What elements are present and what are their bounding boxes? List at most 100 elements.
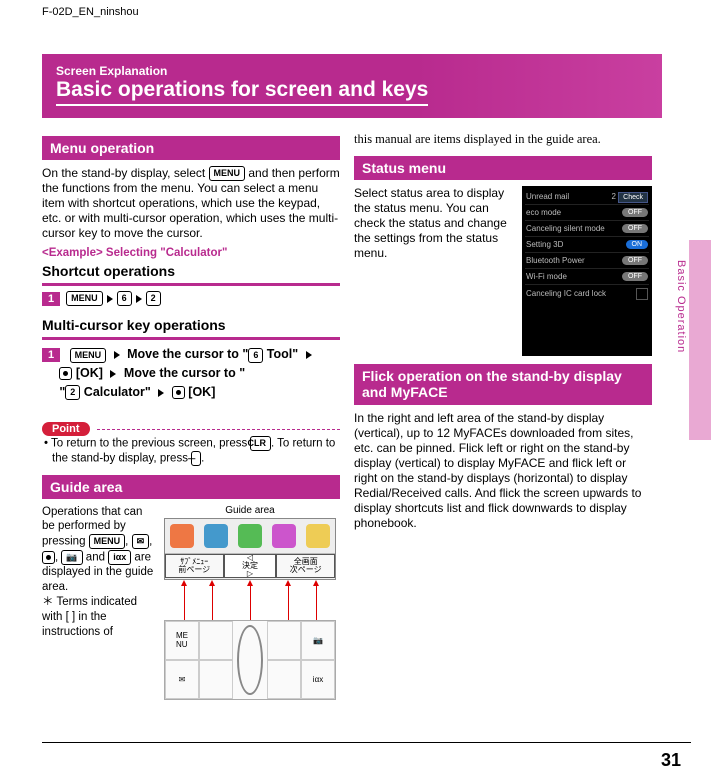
toggle-off: OFF [622, 272, 648, 281]
cat-icon [170, 524, 194, 548]
center-key-icon [42, 551, 55, 564]
key-iappli: iαx [108, 550, 131, 565]
point-bullet: • To return to the previous screen, pres… [52, 436, 340, 467]
status-value: 2 [611, 192, 615, 201]
softkey-row: ｻﾌﾞﾒﾆｭｰ前ページ ◁決定▷ 全画面次ページ [165, 554, 335, 578]
status-label: Bluetooth Power [526, 256, 585, 265]
shortcut-heading: Shortcut operations [42, 263, 340, 279]
step-1-multicursor: 1 MENU Move the cursor to "6 Tool" [OK] … [42, 337, 340, 409]
center-key-icon [172, 386, 185, 399]
status-label: Unread mail [526, 192, 569, 201]
arrow-icon [107, 295, 113, 303]
guide-area-figure: Guide area ｻﾌﾞﾒﾆｭｰ前ページ ◁決定▷ 全画面次ペ [162, 505, 338, 695]
key-menu: MENU [89, 534, 126, 549]
key-end: ⏤ [191, 451, 201, 466]
arrow-icon [158, 389, 164, 397]
key-clr: CLR [250, 436, 271, 451]
status-menu-screenshot: Unread mail 2 Check eco mode OFF Canceli… [522, 186, 652, 356]
cat-icon [272, 524, 296, 548]
red-arrow-icon [288, 585, 289, 620]
step-text: Move the cursor to " [127, 347, 248, 361]
softkey-center: ◁決定▷ [224, 554, 277, 578]
banner-big-title: Basic operations for screen and keys [56, 78, 428, 106]
arrow-icon [114, 351, 120, 359]
key-camera: 📷 [301, 621, 335, 660]
step-number: 1 [42, 348, 60, 362]
cat-icon [204, 524, 228, 548]
step-1-shortcut: 1 MENU 6 2 [42, 283, 340, 311]
status-label: Canceling IC card lock [526, 289, 606, 298]
header-label: F-02D_EN_ninshou [42, 6, 139, 18]
status-row-mail: Unread mail 2 Check [525, 189, 649, 205]
step-text: Calculator" [80, 385, 151, 399]
arrow-icon [110, 370, 116, 378]
softkey-right: 全画面次ページ [276, 554, 335, 578]
menu-operation-title: Menu operation [42, 136, 340, 160]
key-camera: 📷 [61, 550, 82, 565]
arrow-icon [136, 295, 142, 303]
point-text: . [201, 453, 204, 465]
page-number: 31 [661, 750, 681, 771]
key-6: 6 [248, 348, 263, 363]
point-text: To return to the previous screen, press [51, 437, 250, 449]
page-rule [42, 742, 691, 743]
menu-operation-text: On the stand-by display, select MENU and… [42, 166, 340, 241]
status-label: Canceling silent mode [526, 224, 605, 233]
red-arrow-icon [184, 585, 185, 620]
key-iappli: iαx [301, 660, 335, 699]
status-row-bluetooth: Bluetooth Power OFF [525, 253, 649, 269]
red-arrow-icon [212, 585, 213, 620]
guide-area-label: Guide area [162, 505, 338, 516]
status-row-eco: eco mode OFF [525, 205, 649, 221]
step-text: Move the cursor to " [124, 366, 245, 380]
status-label: eco mode [526, 208, 561, 217]
key-menu: MENU [70, 348, 107, 363]
lock-icon [636, 288, 648, 300]
toggle-off: OFF [622, 208, 648, 217]
step-text: [OK] [185, 385, 216, 399]
dpad [237, 625, 263, 695]
side-tab-text: Basic Operation [675, 260, 687, 353]
toggle-off: OFF [622, 224, 648, 233]
key-menu: ME NU [165, 621, 199, 660]
red-arrow-icon [250, 585, 251, 620]
softkey-left: ｻﾌﾞﾒﾆｭｰ前ページ [165, 554, 224, 578]
side-tab-color [689, 240, 711, 440]
status-label: Setting 3D [526, 240, 563, 249]
flick-operation-title: Flick operation on the stand-by display … [354, 364, 652, 406]
key-6: 6 [117, 291, 132, 306]
section-banner: Screen Explanation Basic operations for … [42, 54, 662, 118]
point-label: Point [42, 422, 90, 436]
phone-screen: ｻﾌﾞﾒﾆｭｰ前ページ ◁決定▷ 全画面次ページ [164, 518, 336, 580]
step-text: [OK] [72, 366, 103, 380]
status-row-ic-lock: Canceling IC card lock [525, 285, 649, 303]
status-row-wifi: Wi-Fi mode OFF [525, 269, 649, 285]
key-2: 2 [65, 385, 80, 400]
menu-key: MENU [209, 166, 246, 181]
status-row-3d: Setting 3D ON [525, 237, 649, 253]
guide-footnote: ＊ Terms indicated with [ ] in the instru… [42, 596, 137, 638]
left-column: Menu operation On the stand-by display, … [42, 128, 340, 695]
wallpaper-row [165, 519, 335, 554]
toggle-on: ON [626, 240, 649, 249]
status-label: Wi-Fi mode [526, 272, 567, 281]
banner-small-title: Screen Explanation [56, 64, 648, 78]
multicursor-heading: Multi-cursor key operations [42, 317, 340, 333]
key-2: 2 [146, 291, 161, 306]
flick-operation-text: In the right and left area of the stand-… [354, 411, 652, 531]
phone-keypad: ME NU 📷 ✉ iαx [164, 620, 336, 700]
toggle-off: OFF [622, 256, 648, 265]
cat-icon [306, 524, 330, 548]
guide-area-content: Operations that can be performed by pres… [42, 505, 340, 695]
check-button: Check [618, 192, 648, 203]
guide-area-text: Operations that can be performed by pres… [42, 505, 154, 695]
right-column: this manual are items displayed in the g… [354, 128, 652, 695]
arrow-indicators [162, 580, 338, 620]
arrow-icon [306, 351, 312, 359]
example-label: <Example> Selecting "Calculator" [42, 247, 340, 259]
guide-area-title: Guide area [42, 475, 340, 499]
center-key-icon [59, 367, 72, 380]
status-menu-title: Status menu [354, 156, 652, 180]
point-divider [97, 429, 340, 430]
step-number: 1 [42, 292, 60, 306]
